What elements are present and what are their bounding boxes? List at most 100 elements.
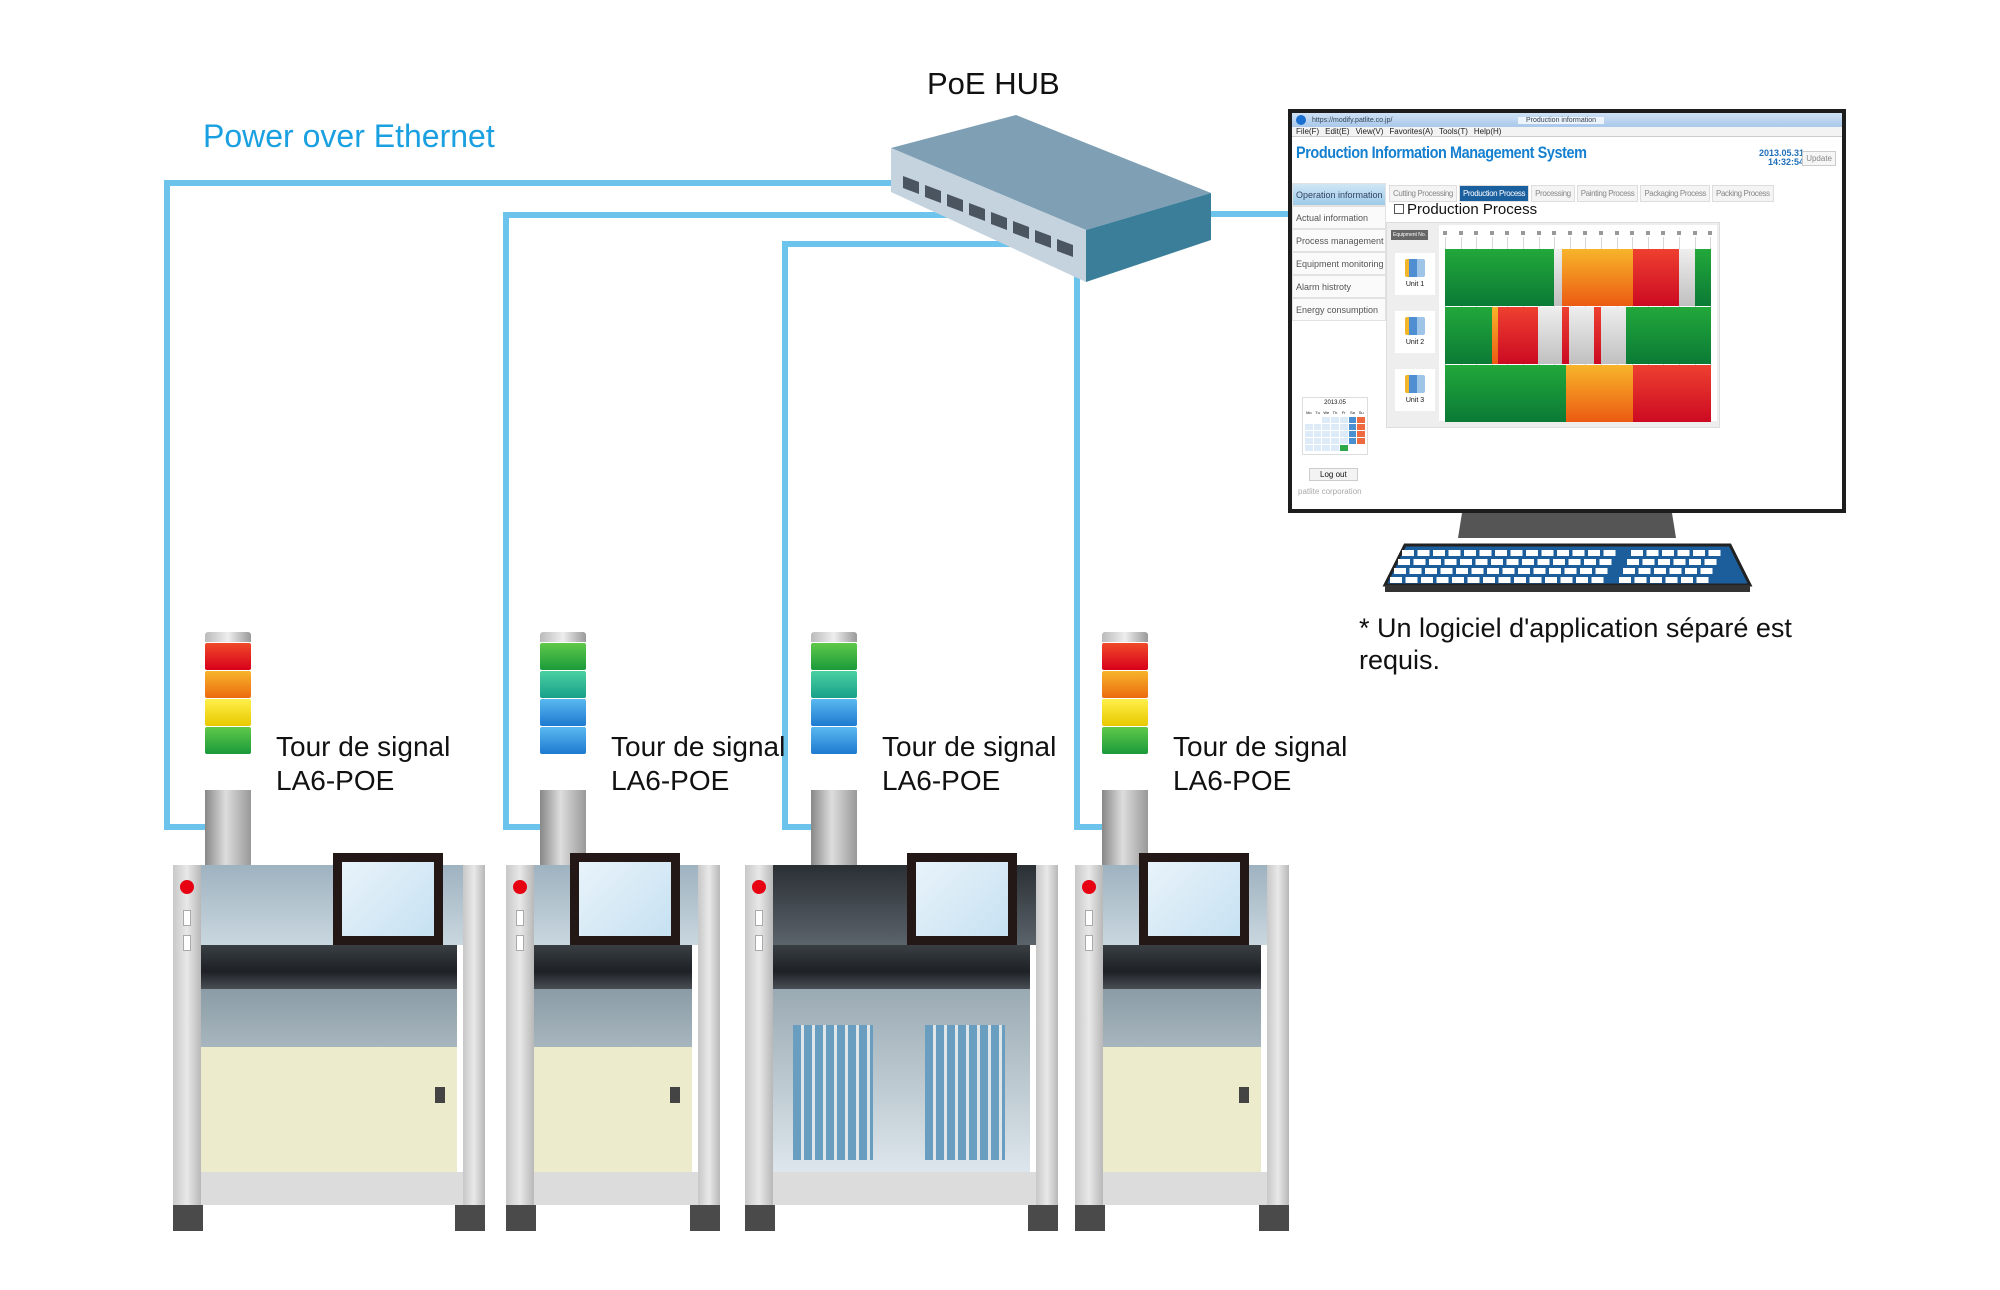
calendar-day[interactable] [1357, 438, 1365, 444]
back-icon[interactable] [1296, 115, 1306, 125]
tab[interactable]: Cutting Processing [1389, 185, 1457, 202]
calendar-day[interactable] [1305, 445, 1313, 451]
tab[interactable]: Production Process [1458, 185, 1530, 202]
menu-item[interactable]: View(V) [1356, 127, 1384, 136]
time-tick [1443, 231, 1447, 235]
url-field[interactable]: https://modify.patlite.co.jp/ [1312, 117, 1512, 124]
update-button[interactable]: Update [1802, 151, 1836, 166]
calendar-day[interactable] [1339, 424, 1348, 430]
section-title: Production Process [1394, 201, 1537, 218]
sidebar-item[interactable]: Actual information [1292, 206, 1386, 229]
time-tick [1599, 231, 1603, 235]
tower-label-line1: Tour de signal [882, 731, 1057, 762]
calendar-day[interactable] [1322, 424, 1331, 430]
calendar-day[interactable] [1313, 445, 1322, 451]
weekday: We [1323, 410, 1330, 415]
unit-card[interactable]: Unit 3 [1395, 369, 1435, 411]
key [1409, 568, 1422, 574]
tower-label: Tour de signal LA6-POE [611, 730, 785, 798]
calendar-day[interactable] [1331, 438, 1339, 444]
calendar-day[interactable] [1331, 431, 1339, 437]
calendar-day[interactable] [1357, 417, 1365, 423]
calendar-day[interactable] [1348, 417, 1357, 423]
calendar-day[interactable] [1348, 424, 1357, 430]
calendar-day[interactable] [1339, 445, 1348, 451]
checkbox[interactable] [1394, 204, 1404, 214]
machine-icon [1405, 259, 1425, 277]
calendar-day[interactable] [1305, 438, 1313, 444]
equipment-timeline: Equipment No. Unit 1 Unit 2 Unit 3 [1386, 222, 1720, 428]
sidebar-item[interactable]: Alarm histroty [1292, 275, 1386, 298]
sidebar-item[interactable]: Process management [1292, 229, 1386, 252]
calendar-day[interactable] [1331, 417, 1339, 423]
process-tabs: Cutting Processing Production Process Proc… [1389, 185, 1774, 202]
calendar-day[interactable] [1331, 424, 1339, 430]
time-tick [1630, 231, 1635, 235]
weekday: Mo [1306, 410, 1312, 415]
calendar-day[interactable] [1339, 431, 1348, 437]
unit-status-bar [1445, 365, 1711, 422]
calendar-day[interactable] [1348, 438, 1357, 444]
menu-item[interactable]: Tools(T) [1439, 127, 1468, 136]
menu-item[interactable]: File(F) [1296, 127, 1319, 136]
weekday: Sa [1349, 410, 1355, 415]
calendar-day[interactable] [1305, 431, 1313, 437]
menu-item[interactable]: Help(H) [1474, 127, 1502, 136]
menu-item[interactable]: Favorites(A) [1389, 127, 1433, 136]
unit-name: Unit 1 [1405, 281, 1425, 288]
tab[interactable]: Packaging Process [1640, 185, 1711, 202]
tower-lamp [1102, 643, 1148, 670]
calendar-month[interactable]: 2013.05 [1303, 398, 1367, 408]
key [1506, 559, 1519, 565]
calendar-day[interactable] [1313, 424, 1322, 430]
tower-model: LA6-POE [882, 765, 1001, 796]
menu-bar: File(F) Edit(E) View(V) Favorites(A) Tools(T… [1292, 127, 1842, 137]
key [1429, 559, 1441, 565]
key [1696, 577, 1709, 583]
calendar-day[interactable] [1322, 438, 1331, 444]
status-segment-gray [1679, 249, 1695, 306]
browser-tab[interactable]: Production information [1518, 116, 1605, 124]
time-tick [1614, 231, 1619, 235]
signal-tower [540, 632, 586, 865]
calendar-day[interactable] [1322, 431, 1331, 437]
calendar-day[interactable] [1349, 445, 1357, 451]
logout-button[interactable]: Log out [1309, 468, 1358, 481]
menu-item[interactable]: Edit(E) [1325, 127, 1349, 136]
calendar-day[interactable] [1357, 431, 1365, 437]
key [1549, 568, 1561, 574]
status-segment-red [1593, 307, 1601, 364]
status-segment-gray [1568, 307, 1594, 364]
machine-3 [745, 853, 1058, 1231]
calendar-day[interactable] [1305, 417, 1313, 423]
sidebar-item[interactable]: Operation information [1292, 183, 1386, 206]
sidebar-item[interactable]: Energy consumption [1292, 298, 1386, 321]
calendar-day[interactable] [1314, 417, 1322, 423]
calendar-day[interactable] [1348, 431, 1357, 437]
calendar-day[interactable] [1357, 424, 1365, 430]
calendar-day[interactable] [1322, 445, 1331, 451]
tab[interactable]: Painting Process [1576, 185, 1639, 202]
key [1398, 559, 1410, 565]
calendar-day[interactable] [1339, 438, 1348, 444]
calendar-day[interactable] [1331, 445, 1339, 451]
unit-card[interactable]: Unit 2 [1395, 311, 1435, 353]
key [1522, 559, 1534, 565]
calendar-day[interactable] [1322, 417, 1331, 423]
time-tick [1567, 231, 1572, 235]
status-segment-red [1498, 307, 1539, 364]
calendar-day[interactable] [1313, 438, 1322, 444]
machine-1 [173, 853, 485, 1231]
tower-lamp [540, 699, 586, 726]
key [1685, 568, 1697, 574]
cable-4 [1074, 270, 1105, 830]
tab[interactable]: Packing Process [1712, 185, 1774, 202]
sidebar-item[interactable]: Equipment monitoring [1292, 252, 1386, 275]
calendar-day[interactable] [1339, 417, 1348, 423]
calendar-day[interactable] [1313, 431, 1322, 437]
calendar-day[interactable] [1305, 424, 1313, 430]
calendar-day[interactable] [1357, 445, 1365, 451]
unit-card[interactable]: Unit 1 [1395, 253, 1435, 295]
tab[interactable]: Processing [1531, 185, 1575, 202]
status-segment-orange [1491, 307, 1499, 364]
